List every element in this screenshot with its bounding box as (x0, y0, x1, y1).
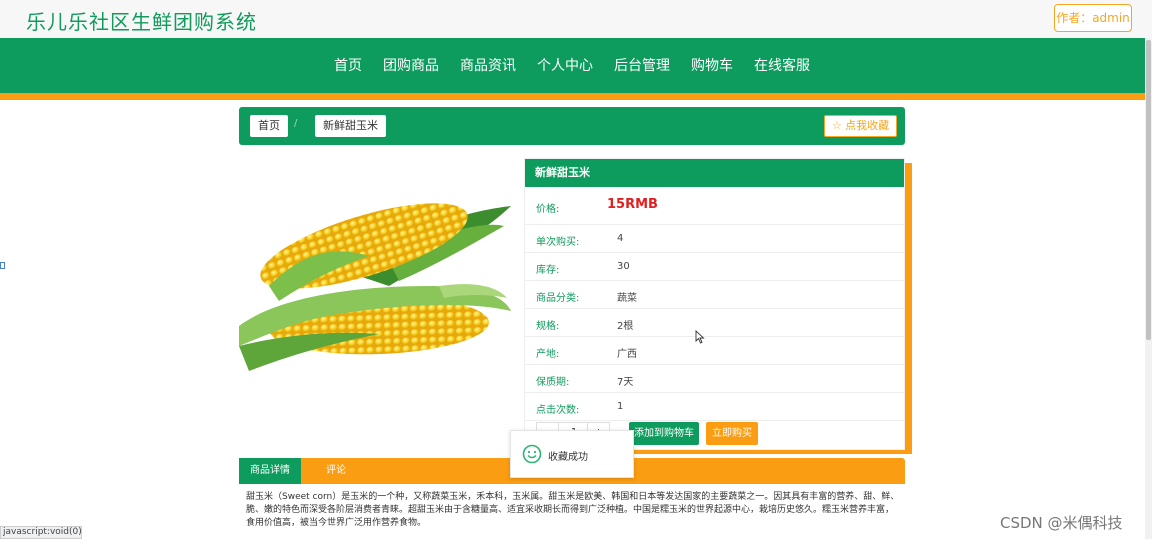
nav-item-home[interactable]: 首页 (334, 55, 362, 75)
site-title[interactable]: 乐儿乐社区生鲜团购系统 (26, 6, 257, 35)
breadcrumb-separator: / (294, 118, 298, 129)
product-info-panel: 新鲜甜玉米 价格: 15RMB 单次购买: 4 库存: 30 商品分类: 蔬菜 … (524, 158, 905, 450)
cursor-icon (695, 330, 705, 344)
tab-details[interactable]: 商品详情 (239, 458, 301, 484)
buy-now-button[interactable]: 立即购买 (706, 422, 758, 445)
product-image (239, 203, 511, 371)
field-value: 7天 (617, 377, 634, 388)
field-row: 单次购买: 4 (525, 225, 904, 253)
favorite-button[interactable]: ☆ 点我收藏 (824, 115, 897, 137)
watermark: CSDN @米偶科技 (1000, 514, 1123, 532)
toast-message: 收藏成功 (548, 452, 588, 463)
toast-notification: 收藏成功 (510, 430, 634, 478)
field-value: 1 (617, 401, 624, 412)
smile-icon (522, 444, 542, 464)
price-value: 15RMB (607, 197, 658, 212)
breadcrumb: 首页 / 新鲜甜玉米 ☆ 点我收藏 (239, 107, 905, 145)
nav-item-cart[interactable]: 购物车 (691, 55, 733, 75)
field-label: 规格: (536, 321, 560, 332)
field-value: 30 (617, 261, 630, 272)
field-label: 商品分类: (536, 293, 580, 304)
field-row: 库存: 30 (525, 253, 904, 281)
price-label: 价格: (536, 204, 560, 215)
nav-item-news[interactable]: 商品资讯 (460, 55, 516, 75)
author-button[interactable]: 作者：admin (1054, 4, 1132, 32)
field-value: 4 (617, 233, 624, 244)
field-label: 库存: (536, 265, 560, 276)
field-row: 商品分类: 蔬菜 (525, 281, 904, 309)
field-row: 产地: 广西 (525, 337, 904, 365)
scrollbar-thumb[interactable] (1146, 40, 1151, 340)
top-bar: 乐儿乐社区生鲜团购系统 作者：admin (0, 0, 1152, 38)
field-value: 蔬菜 (617, 293, 637, 304)
status-bar: javascript:void(0) (0, 526, 82, 539)
resize-handle[interactable] (0, 262, 5, 269)
field-value: 广西 (617, 349, 637, 360)
nav-item-support[interactable]: 在线客服 (754, 55, 810, 75)
breadcrumb-home[interactable]: 首页 (250, 115, 288, 137)
field-row: 规格: 2根 (525, 309, 904, 337)
field-row: 保质期: 7天 (525, 365, 904, 393)
nav-item-admin[interactable]: 后台管理 (614, 55, 670, 75)
nav-accent-stripe (0, 93, 1152, 100)
field-row: 点击次数: 1 (525, 393, 904, 421)
field-label: 产地: (536, 349, 560, 360)
breadcrumb-current: 新鲜甜玉米 (315, 115, 386, 137)
price-row: 价格: 15RMB (525, 187, 904, 225)
field-label: 保质期: (536, 377, 570, 388)
field-label: 点击次数: (536, 405, 580, 416)
field-label: 单次购买: (536, 237, 580, 248)
field-value: 2根 (617, 321, 634, 332)
nav-item-profile[interactable]: 个人中心 (537, 55, 593, 75)
add-to-cart-button[interactable]: 添加到购物车 (629, 422, 699, 445)
nav-item-group-products[interactable]: 团购商品 (383, 55, 439, 75)
product-description: 甜玉米（Sweet corn）是玉米的一个种，又称蔬菜玉米，禾本科，玉米属。甜玉… (246, 492, 900, 528)
product-title: 新鲜甜玉米 (525, 159, 904, 187)
nav-items: 首页 团购商品 商品资讯 个人中心 后台管理 购物车 在线客服 (334, 55, 831, 75)
main-nav: 首页 团购商品 商品资讯 个人中心 后台管理 购物车 在线客服 (0, 38, 1152, 93)
tab-comments[interactable]: 评论 (311, 458, 361, 484)
